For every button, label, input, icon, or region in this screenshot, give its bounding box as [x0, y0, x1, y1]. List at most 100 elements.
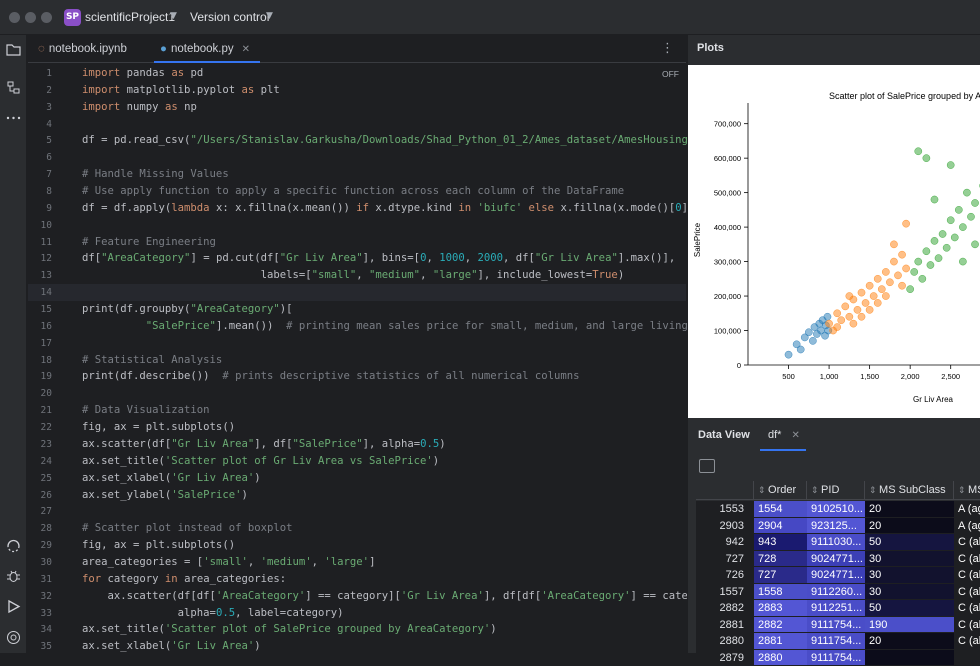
close-icon[interactable]: ✕: [242, 44, 250, 55]
python-console-icon[interactable]: [5, 537, 22, 554]
code-line[interactable]: 7# Handle Missing Values: [28, 166, 686, 183]
code-line[interactable]: 33 alpha=0.5, label=category): [28, 605, 686, 622]
table-cell[interactable]: C (all): [954, 633, 980, 650]
structure-icon[interactable]: [5, 79, 22, 96]
table-cell[interactable]: 1558: [754, 584, 807, 601]
close-icon[interactable]: ✕: [791, 430, 799, 441]
table-cell[interactable]: 9111754...: [807, 617, 865, 634]
tab-notebook-py[interactable]: ●notebook.py✕: [154, 35, 260, 63]
code-line[interactable]: 21# Data Visualization: [28, 402, 686, 419]
column-header-index[interactable]: [696, 481, 754, 500]
table-cell[interactable]: 20: [865, 501, 954, 518]
project-name[interactable]: scientificProject1: [85, 10, 175, 24]
tab-df[interactable]: df*✕: [768, 429, 800, 441]
code-line[interactable]: 34ax.set_title('Scatter plot of SalePric…: [28, 621, 686, 638]
code-line[interactable]: 11# Feature Engineering: [28, 234, 686, 251]
debug-icon[interactable]: [5, 567, 22, 584]
code-line[interactable]: 3import numpy as np: [28, 99, 686, 116]
table-cell[interactable]: 50: [865, 534, 954, 551]
row-index-cell[interactable]: 727: [696, 551, 754, 568]
code-line[interactable]: 2import matplotlib.pyplot as plt: [28, 82, 686, 99]
python-packages-icon[interactable]: [5, 629, 22, 646]
table-cell[interactable]: 923125...: [807, 518, 865, 535]
table-cell[interactable]: 2904: [754, 518, 807, 535]
column-header-ms-subclass[interactable]: ⇕ MS SubClass: [865, 481, 954, 500]
code-line[interactable]: 6: [28, 149, 686, 166]
table-cell[interactable]: 190: [865, 617, 954, 634]
code-line[interactable]: 27: [28, 503, 686, 520]
code-area[interactable]: 1import pandas as pd2import matplotlib.p…: [28, 65, 686, 653]
code-line[interactable]: 24ax.set_title('Scatter plot of Gr Liv A…: [28, 453, 686, 470]
folder-icon[interactable]: [5, 41, 22, 58]
code-line[interactable]: 15print(df.groupby("AreaCategory")[: [28, 301, 686, 318]
code-line[interactable]: 4: [28, 116, 686, 133]
code-line[interactable]: 25ax.set_xlabel('Gr Liv Area'): [28, 470, 686, 487]
sort-icon[interactable]: ⇕: [758, 485, 768, 495]
table-cell[interactable]: 2883: [754, 600, 807, 617]
table-row[interactable]: 155315549102510...20A (agr: [696, 501, 980, 518]
code-line[interactable]: 18# Statistical Analysis: [28, 352, 686, 369]
code-line[interactable]: 23ax.scatter(df["Gr Liv Area"], df["Sale…: [28, 436, 686, 453]
table-cell[interactable]: 30: [865, 567, 954, 584]
table-row[interactable]: 29032904923125...20A (agr: [696, 518, 980, 535]
table-row[interactable]: 9429439111030...50C (all): [696, 534, 980, 551]
table-cell[interactable]: 30: [865, 584, 954, 601]
row-index-cell[interactable]: 2881: [696, 617, 754, 634]
row-index-cell[interactable]: 1553: [696, 501, 754, 518]
code-line[interactable]: 30area_categories = ['small', 'medium', …: [28, 554, 686, 571]
code-line[interactable]: 19print(df.describe()) # prints descript…: [28, 368, 686, 385]
row-index-cell[interactable]: 942: [696, 534, 754, 551]
more-icon[interactable]: [5, 109, 22, 126]
code-line[interactable]: 17: [28, 335, 686, 352]
table-cell[interactable]: 2881: [754, 633, 807, 650]
minimize-window-button[interactable]: [25, 12, 36, 23]
table-cell[interactable]: 1554: [754, 501, 807, 518]
table-row[interactable]: 288228839112251...50C (all): [696, 600, 980, 617]
row-index-cell[interactable]: 2879: [696, 650, 754, 666]
table-cell[interactable]: 943: [754, 534, 807, 551]
table-row[interactable]: 7267279024771...30C (all): [696, 567, 980, 584]
table-row[interactable]: 288028819111754...20C (all): [696, 633, 980, 650]
tab-notebook-ipynb[interactable]: ◌notebook.ipynb: [38, 35, 144, 63]
row-index-cell[interactable]: 2880: [696, 633, 754, 650]
table-cell[interactable]: A (agr: [954, 518, 980, 535]
maximize-window-button[interactable]: [41, 12, 52, 23]
code-line[interactable]: 32 ax.scatter(df[df['AreaCategory'] == c…: [28, 588, 686, 605]
table-cell[interactable]: [865, 650, 954, 666]
table-cell[interactable]: 9024771...: [807, 567, 865, 584]
code-line[interactable]: 28# Scatter plot instead of boxplot: [28, 520, 686, 537]
table-cell[interactable]: 9102510...: [807, 501, 865, 518]
chevron-down-icon[interactable]: ▼: [170, 11, 177, 21]
table-cell[interactable]: 727: [754, 567, 807, 584]
row-index-cell[interactable]: 2882: [696, 600, 754, 617]
table-cell[interactable]: 9112260...: [807, 584, 865, 601]
table-cell[interactable]: C (all): [954, 584, 980, 601]
table-cell[interactable]: 20: [865, 633, 954, 650]
sort-icon[interactable]: ⇕: [869, 485, 879, 495]
table-cell[interactable]: C (all): [954, 534, 980, 551]
table-cell[interactable]: 9111754...: [807, 650, 865, 666]
column-header-order[interactable]: ⇕ Order: [754, 481, 807, 500]
table-view-icon[interactable]: [699, 459, 715, 473]
run-icon[interactable]: [5, 598, 22, 615]
sort-icon[interactable]: ⇕: [958, 485, 968, 495]
table-row[interactable]: 155715589112260...30C (all): [696, 584, 980, 601]
table-cell[interactable]: C (all): [954, 617, 980, 634]
code-line[interactable]: 8# Use apply function to apply a specifi…: [28, 183, 686, 200]
more-options-icon[interactable]: ⋮: [661, 41, 674, 56]
sort-icon[interactable]: ⇕: [811, 485, 821, 495]
table-cell[interactable]: 9112251...: [807, 600, 865, 617]
version-control-menu[interactable]: Version control: [190, 10, 269, 24]
table-cell[interactable]: 9111030...: [807, 534, 865, 551]
table-cell[interactable]: C (all): [954, 600, 980, 617]
table-cell[interactable]: 728: [754, 551, 807, 568]
code-line[interactable]: 22fig, ax = plt.subplots(): [28, 419, 686, 436]
code-line[interactable]: 14: [28, 284, 686, 301]
table-cell[interactable]: C (all): [954, 551, 980, 568]
code-line[interactable]: 5df = pd.read_csv("/Users/Stanislav.Gark…: [28, 132, 686, 149]
table-cell[interactable]: 30: [865, 551, 954, 568]
column-header-pid[interactable]: ⇕ PID: [807, 481, 865, 500]
table-cell[interactable]: A (agr: [954, 501, 980, 518]
row-index-cell[interactable]: 1557: [696, 584, 754, 601]
close-window-button[interactable]: [9, 12, 20, 23]
